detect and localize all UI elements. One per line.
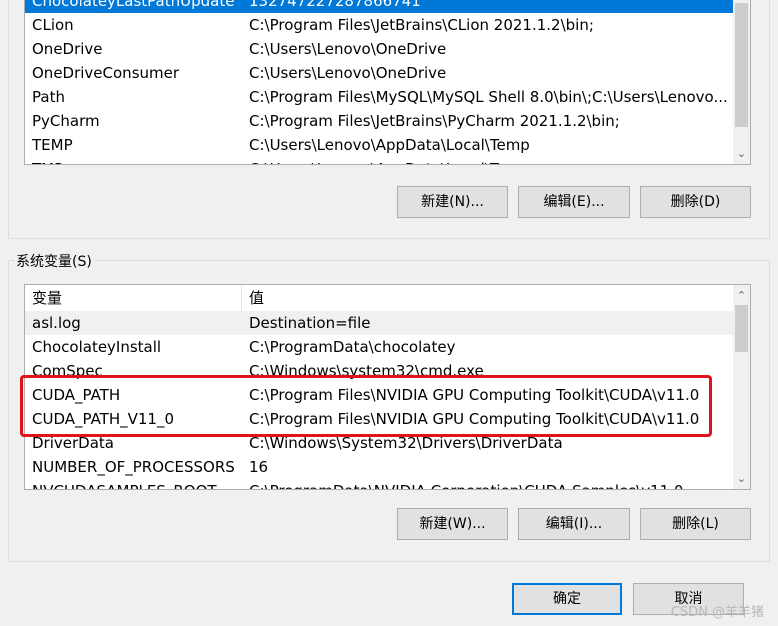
column-header-value[interactable]: 值	[249, 285, 733, 311]
variable-name: Path	[32, 88, 65, 106]
list-header: 变量 值	[25, 285, 733, 312]
variable-name: CUDA_PATH	[32, 386, 121, 404]
list-item[interactable]: OneDriveConsumer C:\Users\Lenovo\OneDrive	[25, 61, 733, 85]
variable-name: TEMP	[32, 136, 73, 154]
variable-name: OneDriveConsumer	[32, 64, 180, 82]
list-item[interactable]: PyCharm C:\Program Files\JetBrains\PyChar…	[25, 109, 733, 133]
variable-name: CLion	[32, 16, 74, 34]
system-variables-label: 系统变量(S)	[14, 251, 94, 271]
variable-name: OneDrive	[32, 40, 103, 58]
variable-name: NUMBER_OF_PROCESSORS	[32, 458, 235, 476]
variable-value: C:\Program Files\MySQL\MySQL Shell 8.0\b…	[249, 88, 728, 106]
system-new-button[interactable]: 新建(W)...	[397, 508, 508, 540]
list-item[interactable]: NVCUDASAMPLES_ROOT C:\ProgramData\NVIDIA …	[25, 479, 733, 489]
user-delete-button[interactable]: 删除(D)	[640, 186, 751, 218]
variable-name: NVCUDASAMPLES_ROOT	[32, 479, 242, 489]
list-item[interactable]: ComSpec C:\Windows\system32\cmd.exe	[25, 359, 733, 383]
system-variables-scrollbar[interactable]: ⌃ ⌄	[733, 285, 750, 489]
variable-value: C:\ProgramData\chocolatey	[249, 338, 456, 356]
system-delete-button[interactable]: 删除(L)	[640, 508, 751, 540]
variable-value: C:\Program Files\NVIDIA GPU Computing To…	[249, 386, 700, 404]
list-item[interactable]: CLion C:\Program Files\JetBrains\CLion 20…	[25, 13, 733, 37]
scroll-down-icon[interactable]: ⌄	[733, 145, 750, 162]
variable-value: C:\Program Files\JetBrains\PyCharm 2021.…	[249, 112, 620, 130]
list-item[interactable]: DriverData C:\Windows\System32\Drivers\Dr…	[25, 431, 733, 455]
list-item[interactable]: TMP C:\Users\Lenovo\AppData\Local\Temp	[25, 157, 733, 164]
column-header-name[interactable]: 变量	[32, 285, 242, 311]
variable-name: asl.log	[32, 314, 81, 332]
watermark: CSDN @羊羊猪	[670, 605, 764, 620]
list-item[interactable]: CUDA_PATH_V11_0 C:\Program Files\NVIDIA G…	[25, 407, 733, 431]
variable-name: ChocolateyInstall	[32, 338, 162, 356]
user-new-button[interactable]: 新建(N)...	[397, 186, 508, 218]
variable-value: C:\Users\Lenovo\AppData\Local\Temp	[249, 136, 530, 154]
list-item[interactable]: NUMBER_OF_PROCESSORS 16	[25, 455, 733, 479]
variable-value: Destination=file	[249, 314, 371, 332]
user-variables-list[interactable]: ChocolateyLastPathUpdate 1327472272878667…	[24, 0, 751, 165]
scroll-up-icon[interactable]: ⌃	[733, 287, 750, 304]
system-variables-list[interactable]: 变量 值 asl.log Destination=file ChocolateyIn…	[24, 284, 751, 490]
variable-value: C:\Program Files\JetBrains\CLion 2021.1.…	[249, 16, 594, 34]
variable-value: C:\Windows\system32\cmd.exe	[249, 362, 484, 380]
variable-value: 132747227287866741	[249, 0, 421, 10]
system-edit-button[interactable]: 编辑(I)...	[518, 508, 630, 540]
variable-value: C:\Windows\System32\Drivers\DriverData	[249, 434, 563, 452]
list-item[interactable]: Path C:\Program Files\MySQL\MySQL Shell 8…	[25, 85, 733, 109]
column-divider[interactable]	[241, 285, 242, 311]
variable-name: CUDA_PATH_V11_0	[32, 410, 175, 428]
list-item[interactable]: ChocolateyInstall C:\ProgramData\chocolat…	[25, 335, 733, 359]
variable-name: TMP	[32, 157, 242, 164]
list-item[interactable]: ChocolateyLastPathUpdate 1327472272878667…	[25, 0, 733, 13]
list-item[interactable]: TEMP C:\Users\Lenovo\AppData\Local\Temp	[25, 133, 733, 157]
variable-value: 16	[249, 458, 269, 476]
variable-name: ComSpec	[32, 362, 103, 380]
scroll-down-icon[interactable]: ⌄	[733, 470, 750, 487]
user-variables-scrollbar[interactable]: ⌄	[733, 0, 750, 164]
variable-value: C:\Users\Lenovo\OneDrive	[249, 64, 447, 82]
variable-value: C:\Users\Lenovo\OneDrive	[249, 40, 447, 58]
list-item[interactable]: asl.log Destination=file	[25, 311, 733, 335]
variable-value: C:\ProgramData\NVIDIA Corporation\CUDA S…	[249, 479, 733, 489]
user-edit-button[interactable]: 编辑(E)...	[518, 186, 630, 218]
scroll-thumb[interactable]	[735, 3, 748, 127]
variable-name: DriverData	[32, 434, 114, 452]
ok-button[interactable]: 确定	[512, 583, 622, 615]
list-item[interactable]: CUDA_PATH C:\Program Files\NVIDIA GPU Com…	[25, 383, 733, 407]
variable-name: ChocolateyLastPathUpdate	[32, 0, 235, 10]
variable-value: C:\Program Files\NVIDIA GPU Computing To…	[249, 410, 700, 428]
variable-value: C:\Users\Lenovo\AppData\Local\Temp	[249, 157, 733, 164]
list-item[interactable]: OneDrive C:\Users\Lenovo\OneDrive	[25, 37, 733, 61]
scroll-thumb[interactable]	[735, 305, 748, 352]
variable-name: PyCharm	[32, 112, 100, 130]
